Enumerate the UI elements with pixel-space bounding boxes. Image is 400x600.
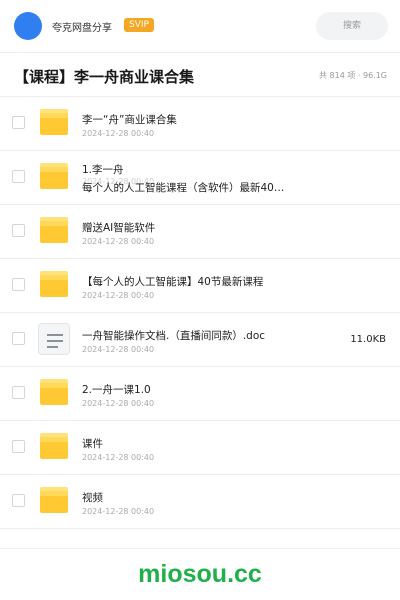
divider: [0, 548, 400, 549]
item-date: 2024-12-28 00:40: [82, 453, 155, 462]
doc-file-icon: [38, 323, 70, 355]
item-name: 【每个人的人工智能课】40节最新课程: [82, 276, 264, 288]
folder-icon: [40, 163, 68, 189]
list-item[interactable]: 李一“舟”商业课合集 2024-12-28 00:40: [0, 97, 400, 151]
item-date: 2024-12-28 00:40: [82, 507, 155, 516]
page-title: 【课程】李一舟商业课合集: [14, 68, 195, 86]
folder-icon: [40, 379, 68, 405]
app-header: 夸克网盘分享 SVIP 搜索: [0, 0, 400, 52]
select-checkbox[interactable]: [12, 278, 25, 291]
folder-icon: [40, 433, 68, 459]
list-item[interactable]: 赠送AI智能软件 2024-12-28 00:40: [0, 205, 400, 259]
select-checkbox[interactable]: [12, 440, 25, 453]
list-item[interactable]: 一舟智能操作文档.（直播间同款）.doc 2024-12-28 00:40 11…: [0, 313, 400, 367]
item-name-overlap: 每个人的人工智能课程（含软件）最新40…: [82, 182, 285, 194]
list-item[interactable]: 课件 2024-12-28 00:40: [0, 421, 400, 475]
item-name: 课件: [82, 438, 103, 450]
item-date: 2024-12-28 00:40: [82, 399, 155, 408]
item-name: 1.李一舟: [82, 164, 124, 176]
list-item[interactable]: 视频 2024-12-28 00:40: [0, 475, 400, 529]
item-name: 视频: [82, 492, 103, 504]
folder-icon: [40, 109, 68, 135]
select-checkbox[interactable]: [12, 116, 25, 129]
item-name: 一舟智能操作文档.（直播间同款）.doc: [82, 330, 266, 342]
avatar[interactable]: [14, 12, 42, 40]
folder-icon: [40, 487, 68, 513]
item-date: 2024-12-28 00:40: [82, 291, 155, 300]
folder-summary: 共 814 项 · 96.1G: [319, 71, 387, 80]
folder-icon: [40, 217, 68, 243]
app-name: 夸克网盘分享: [52, 23, 112, 34]
item-date: 2024-12-28 00:40: [82, 237, 155, 246]
item-name: 李一“舟”商业课合集: [82, 114, 177, 126]
item-date: 2024-12-28 00:40: [82, 129, 155, 138]
list-item[interactable]: 2.一舟一课1.0 2024-12-28 00:40: [0, 367, 400, 421]
select-checkbox[interactable]: [12, 386, 25, 399]
watermark: miosou.cc: [138, 560, 262, 588]
folder-header: 【课程】李一舟商业课合集 共 814 项 · 96.1G: [0, 53, 400, 97]
item-name: 赠送AI智能软件: [82, 222, 156, 234]
file-list: 李一“舟”商业课合集 2024-12-28 00:40 1.李一舟 2024-1…: [0, 97, 400, 529]
svip-badge: SVIP: [124, 18, 154, 32]
list-item[interactable]: 【每个人的人工智能课】40节最新课程 2024-12-28 00:40: [0, 259, 400, 313]
select-checkbox[interactable]: [12, 224, 25, 237]
select-checkbox[interactable]: [12, 332, 25, 345]
select-checkbox[interactable]: [12, 494, 25, 507]
item-name: 2.一舟一课1.0: [82, 384, 151, 396]
list-item[interactable]: 1.李一舟 2024-12-28 00:40 每个人的人工智能课程（含软件）最新…: [0, 151, 400, 205]
search-button[interactable]: 搜索: [316, 12, 388, 40]
folder-icon: [40, 271, 68, 297]
select-checkbox[interactable]: [12, 170, 25, 183]
file-size: 11.0KB: [350, 334, 386, 345]
item-date: 2024-12-28 00:40: [82, 345, 155, 354]
